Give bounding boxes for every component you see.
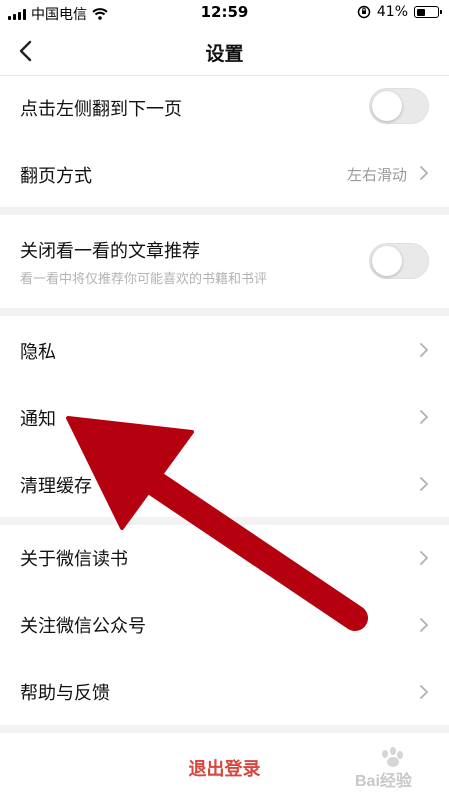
- setting-tap-left-page: 点击左侧翻到下一页: [0, 76, 449, 140]
- battery-icon: [414, 6, 442, 18]
- chevron-right-icon: [420, 685, 428, 699]
- section-divider: [0, 517, 449, 525]
- nav-bar: 设置: [0, 26, 449, 76]
- setting-page-turn-mode[interactable]: 翻页方式 左右滑动: [0, 140, 449, 207]
- chevron-right-icon: [420, 166, 428, 180]
- setting-label: 帮助与反馈: [20, 683, 110, 704]
- setting-follow-official[interactable]: 关注微信公众号: [0, 592, 449, 659]
- setting-label: 关闭看一看的文章推荐: [20, 241, 200, 262]
- setting-subtitle: 看一看中将仅推荐你可能喜欢的书籍和书评: [20, 272, 268, 287]
- setting-label: 点击左侧翻到下一页: [20, 99, 182, 120]
- status-bar: 中国电信 12:59 41%: [0, 0, 449, 26]
- setting-value: 左右滑动: [346, 166, 407, 184]
- orientation-lock-icon: [357, 5, 371, 19]
- chevron-right-icon: [420, 477, 428, 491]
- toggle-knob: [372, 246, 402, 276]
- chevron-right-icon: [420, 551, 428, 565]
- setting-label: 隐私: [20, 342, 56, 363]
- baidu-paw-icon: Bai经验: [355, 747, 413, 790]
- setting-about[interactable]: 关于微信读书: [0, 525, 449, 592]
- setting-label: 关于微信读书: [20, 549, 128, 570]
- baidu-watermark: Bai经验: [355, 742, 441, 792]
- setting-notifications[interactable]: 通知: [0, 383, 449, 450]
- chevron-right-icon: [420, 618, 428, 632]
- tap-left-toggle[interactable]: [369, 88, 429, 124]
- battery-percent: 41%: [376, 4, 408, 20]
- setting-privacy[interactable]: 隐私: [0, 316, 449, 383]
- setting-label: 关注微信公众号: [20, 616, 146, 637]
- watermark-text: Bai经验: [355, 771, 413, 790]
- section-divider: [0, 207, 449, 215]
- recommend-toggle[interactable]: [369, 243, 429, 279]
- section-divider: [0, 725, 449, 733]
- toggle-knob: [372, 91, 402, 121]
- setting-label: 通知: [20, 409, 56, 430]
- setting-clear-cache[interactable]: 清理缓存: [0, 450, 449, 517]
- status-right: 41%: [357, 4, 442, 20]
- page-title: 设置: [205, 43, 244, 65]
- setting-close-recommend: 关闭看一看的文章推荐 看一看中将仅推荐你可能喜欢的书籍和书评: [0, 215, 449, 308]
- section-divider: [0, 308, 449, 316]
- setting-label: 清理缓存: [20, 476, 92, 497]
- chevron-right-icon: [420, 410, 428, 424]
- setting-label: 翻页方式: [20, 166, 92, 187]
- chevron-right-icon: [420, 343, 428, 357]
- setting-help-feedback[interactable]: 帮助与反馈: [0, 659, 449, 725]
